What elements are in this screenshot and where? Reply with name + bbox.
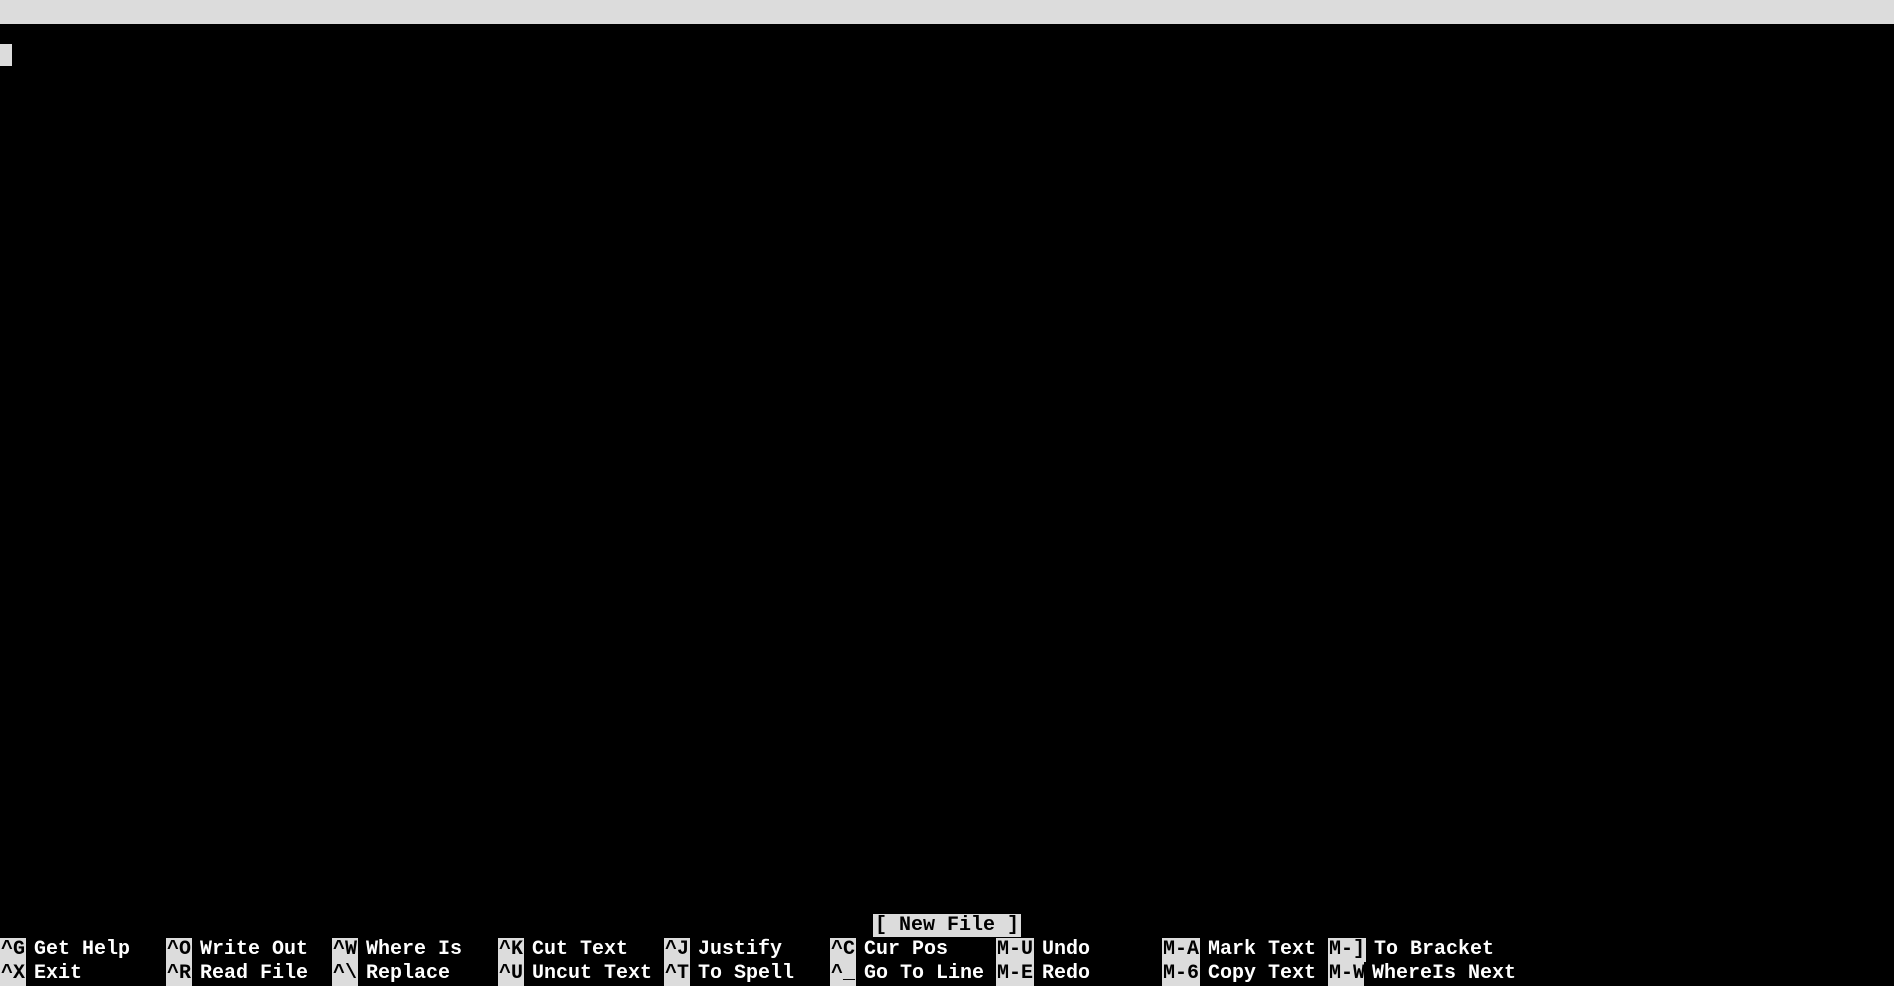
shortcut-exit[interactable]: ^XExit	[0, 962, 166, 986]
shortcut-key: ^W	[332, 938, 358, 962]
shortcut-label: Get Help	[26, 938, 130, 962]
shortcut-mark-text[interactable]: M-AMark Text	[1162, 938, 1328, 962]
shortcut-key: M-W	[1328, 962, 1364, 986]
shortcut-undo[interactable]: M-UUndo	[996, 938, 1162, 962]
shortcut-key: ^\	[332, 962, 358, 986]
shortcut-key: M-]	[1328, 938, 1366, 962]
shortcut-key: ^G	[0, 938, 26, 962]
shortcut-cut-text[interactable]: ^KCut Text	[498, 938, 664, 962]
shortcut-label: Copy Text	[1200, 962, 1316, 986]
shortcut-go-to-line[interactable]: ^_Go To Line	[830, 962, 996, 986]
shortcut-replace[interactable]: ^\Replace	[332, 962, 498, 986]
shortcut-label: To Spell	[690, 962, 794, 986]
shortcut-label: Justify	[690, 938, 782, 962]
shortcut-label: Read File	[192, 962, 308, 986]
shortcut-key: M-E	[996, 962, 1034, 986]
editor-area[interactable]	[0, 24, 1894, 914]
shortcut-key: ^T	[664, 962, 690, 986]
shortcut-key: ^R	[166, 962, 192, 986]
shortcut-label: Redo	[1034, 962, 1090, 986]
shortcut-get-help[interactable]: ^GGet Help	[0, 938, 166, 962]
shortcut-key: ^K	[498, 938, 524, 962]
shortcut-key: ^C	[830, 938, 856, 962]
shortcut-read-file[interactable]: ^RRead File	[166, 962, 332, 986]
shortcut-uncut-text[interactable]: ^UUncut Text	[498, 962, 664, 986]
status-line: [ New File ]	[0, 914, 1894, 938]
shortcut-label: Cut Text	[524, 938, 628, 962]
shortcut-label: Undo	[1034, 938, 1090, 962]
shortcut-label: Uncut Text	[524, 962, 652, 986]
shortcut-write-out[interactable]: ^OWrite Out	[166, 938, 332, 962]
shortcut-redo[interactable]: M-ERedo	[996, 962, 1162, 986]
shortcut-to-spell[interactable]: ^TTo Spell	[664, 962, 830, 986]
shortcut-label: WhereIs Next	[1364, 962, 1516, 986]
text-cursor	[0, 44, 12, 66]
shortcut-label: Exit	[26, 962, 82, 986]
shortcut-whereis-next[interactable]: M-WWhereIs Next	[1328, 962, 1494, 986]
shortcut-key: ^O	[166, 938, 192, 962]
shortcut-cur-pos[interactable]: ^CCur Pos	[830, 938, 996, 962]
shortcut-justify[interactable]: ^JJustify	[664, 938, 830, 962]
shortcut-row-2: ^XExit ^RRead File ^\Replace ^UUncut Tex…	[0, 962, 1894, 986]
shortcut-key: M-A	[1162, 938, 1200, 962]
shortcut-key: ^_	[830, 962, 856, 986]
shortcut-copy-text[interactable]: M-6Copy Text	[1162, 962, 1328, 986]
shortcut-row-1: ^GGet Help ^OWrite Out ^WWhere Is ^KCut …	[0, 938, 1894, 962]
shortcut-key: ^U	[498, 962, 524, 986]
shortcut-label: To Bracket	[1366, 938, 1494, 962]
title-bar: GNU nano 2.9.3 /etc/systemd/system/Minec…	[0, 0, 1894, 24]
shortcut-to-bracket[interactable]: M-]To Bracket	[1328, 938, 1494, 962]
shortcut-label: Cur Pos	[856, 938, 948, 962]
shortcut-key: ^X	[0, 962, 26, 986]
status-badge: [ New File ]	[873, 914, 1021, 937]
shortcut-key: M-U	[996, 938, 1034, 962]
shortcut-label: Go To Line	[856, 962, 984, 986]
shortcut-key: ^J	[664, 938, 690, 962]
shortcut-label: Mark Text	[1200, 938, 1316, 962]
shortcut-bar: ^GGet Help ^OWrite Out ^WWhere Is ^KCut …	[0, 938, 1894, 986]
shortcut-where-is[interactable]: ^WWhere Is	[332, 938, 498, 962]
shortcut-key: M-6	[1162, 962, 1200, 986]
shortcut-label: Replace	[358, 962, 450, 986]
shortcut-label: Write Out	[192, 938, 308, 962]
shortcut-label: Where Is	[358, 938, 462, 962]
